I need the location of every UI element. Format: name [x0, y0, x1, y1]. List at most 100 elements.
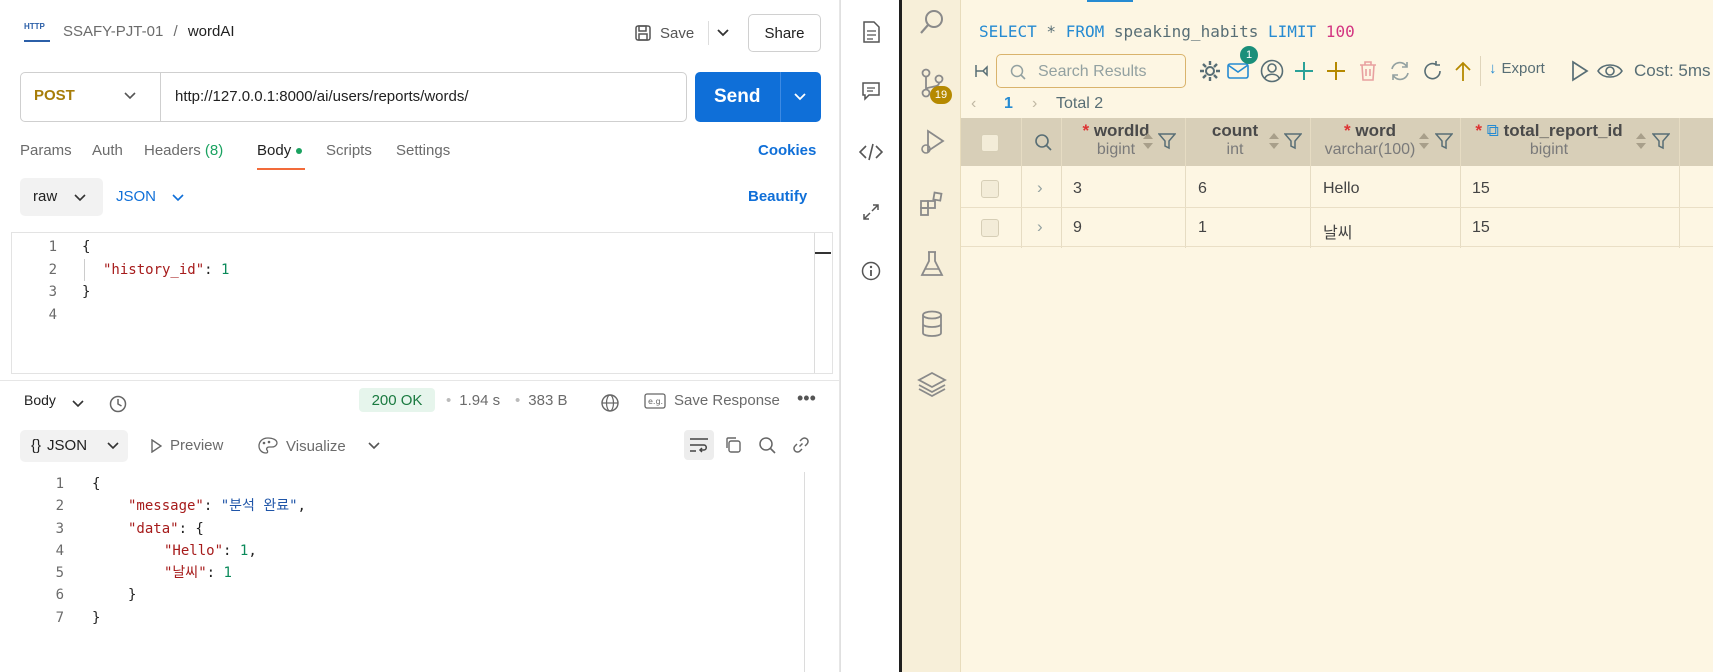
layers-icon[interactable] [916, 368, 948, 400]
save-button[interactable]: Save [634, 21, 694, 45]
copy-icon[interactable] [722, 434, 744, 456]
search-icon[interactable] [756, 434, 778, 456]
tab-headers[interactable]: Headers (8) [144, 142, 223, 159]
sort-icon[interactable] [1267, 130, 1281, 152]
json-key: "message" [128, 498, 204, 515]
sort-icon[interactable] [1417, 130, 1431, 152]
tab-auth[interactable]: Auth [92, 142, 123, 159]
editor-scrollbar[interactable] [814, 233, 815, 373]
tab-headers-label: Headers [144, 142, 201, 159]
filter-icon[interactable] [1434, 131, 1454, 151]
document-icon[interactable] [859, 20, 883, 44]
chevron-down-icon[interactable] [170, 190, 186, 206]
more-options-icon[interactable]: ••• [797, 388, 816, 409]
row-checkbox[interactable] [981, 180, 999, 198]
column-name: count [1211, 121, 1259, 140]
database-icon[interactable] [916, 308, 948, 340]
export-button[interactable]: ↓ Export [1489, 60, 1545, 77]
breadcrumb-request-name[interactable]: wordAI [188, 23, 235, 40]
save-response-button[interactable]: e.g. Save Response [644, 392, 780, 409]
globe-icon[interactable] [598, 391, 622, 415]
beautify-button[interactable]: Beautify [748, 188, 807, 205]
prev-page-chevron-icon[interactable]: ‹ [971, 95, 976, 113]
cell-word[interactable]: 날씨 [1323, 219, 1352, 243]
tab-body[interactable]: Body [257, 142, 303, 159]
filter-icon[interactable] [1157, 131, 1177, 151]
sql-keyword: SELECT [979, 22, 1037, 41]
cell-word[interactable]: Hello [1323, 180, 1359, 198]
cell-count[interactable]: 6 [1198, 180, 1207, 198]
testing-flask-icon[interactable] [916, 248, 948, 280]
cell-wordid[interactable]: 3 [1073, 180, 1082, 198]
visualize-button[interactable]: Visualize [258, 437, 346, 455]
cell-wordid[interactable]: 9 [1073, 219, 1082, 237]
column-header-total-report-id[interactable]: * ⧉ total_report_id bigint [1469, 121, 1629, 159]
cookies-link[interactable]: Cookies [758, 142, 816, 159]
url-input[interactable]: http://127.0.0.1:8000/ai/users/reports/w… [175, 88, 469, 105]
line-number: 4 [55, 542, 64, 559]
add-column-icon[interactable] [1323, 58, 1349, 84]
sync-icon[interactable] [1387, 58, 1413, 84]
expand-row-chevron-icon[interactable]: › [1037, 178, 1043, 198]
cell-total-report-id[interactable]: 15 [1472, 180, 1490, 198]
response-scrollbar[interactable] [804, 472, 805, 672]
chevron-down-icon[interactable] [70, 396, 86, 412]
search-icon[interactable] [916, 6, 948, 38]
json-key: "날씨" [164, 565, 207, 582]
tab-body-label: Body [257, 142, 292, 159]
cell-count[interactable]: 1 [1198, 219, 1207, 237]
save-options-chevron-icon[interactable] [708, 21, 736, 45]
body-format-select[interactable]: JSON [116, 188, 156, 205]
expand-icon[interactable] [859, 200, 883, 224]
code-line: { [82, 239, 91, 255]
refresh-icon[interactable] [1420, 58, 1446, 84]
filter-icon[interactable] [1651, 131, 1671, 151]
tab-params[interactable]: Params [20, 142, 72, 159]
comment-icon[interactable] [859, 79, 883, 103]
preview-eye-icon[interactable] [1597, 58, 1623, 84]
toolbar-divider [1480, 56, 1481, 86]
sql-query[interactable]: SELECT * FROM speaking_habits LIMIT 100 [979, 22, 1355, 41]
chevron-down-icon[interactable] [366, 438, 382, 454]
column-header-word[interactable]: * word varchar(100) [1310, 121, 1430, 159]
run-debug-icon[interactable] [916, 126, 948, 158]
table-row[interactable]: › 9 1 날씨 15 [961, 209, 1713, 247]
share-button[interactable]: Share [748, 14, 821, 52]
select-all-checkbox[interactable] [981, 134, 999, 152]
extensions-icon[interactable] [916, 188, 948, 220]
settings-gear-icon[interactable] [1197, 58, 1223, 84]
table-row[interactable]: › 3 6 Hello 15 [961, 170, 1713, 208]
current-page[interactable]: 1 [1004, 95, 1013, 113]
sort-icon[interactable] [1141, 130, 1155, 152]
breadcrumb-workspace[interactable]: SSAFY-PJT-01 [63, 23, 163, 40]
delete-trash-icon[interactable] [1355, 58, 1381, 84]
row-checkbox[interactable] [981, 219, 999, 237]
run-query-play-icon[interactable] [1567, 58, 1593, 84]
sort-icon[interactable] [1634, 130, 1648, 152]
tab-settings[interactable]: Settings [396, 142, 450, 159]
link-icon[interactable] [790, 434, 812, 456]
active-tab-underline [257, 168, 305, 170]
tab-scripts[interactable]: Scripts [326, 142, 372, 159]
response-body-tab[interactable]: Body [24, 392, 56, 408]
pin-icon[interactable] [971, 60, 993, 82]
editor-scroll-thumb[interactable] [815, 252, 831, 254]
arrow-up-icon[interactable] [1450, 58, 1476, 84]
send-options-chevron-icon[interactable] [786, 86, 814, 108]
cell-total-report-id[interactable]: 15 [1472, 219, 1490, 237]
filter-icon[interactable] [1283, 131, 1303, 151]
expand-row-chevron-icon[interactable]: › [1037, 217, 1043, 237]
http-method-select[interactable]: POST [34, 87, 75, 104]
add-row-icon[interactable] [1291, 58, 1317, 84]
code-line: "message": "분석 완료", [128, 498, 306, 515]
chevron-down-icon[interactable] [120, 86, 140, 106]
line-number: 1 [55, 476, 64, 492]
preview-button[interactable]: Preview [150, 437, 223, 454]
user-account-icon[interactable] [1259, 58, 1285, 84]
code-icon[interactable] [857, 140, 885, 164]
search-icon[interactable] [1032, 131, 1054, 153]
next-page-chevron-icon[interactable]: › [1032, 95, 1037, 113]
required-marker: * [1344, 121, 1351, 140]
info-icon[interactable] [859, 259, 883, 283]
history-icon[interactable] [106, 392, 130, 416]
